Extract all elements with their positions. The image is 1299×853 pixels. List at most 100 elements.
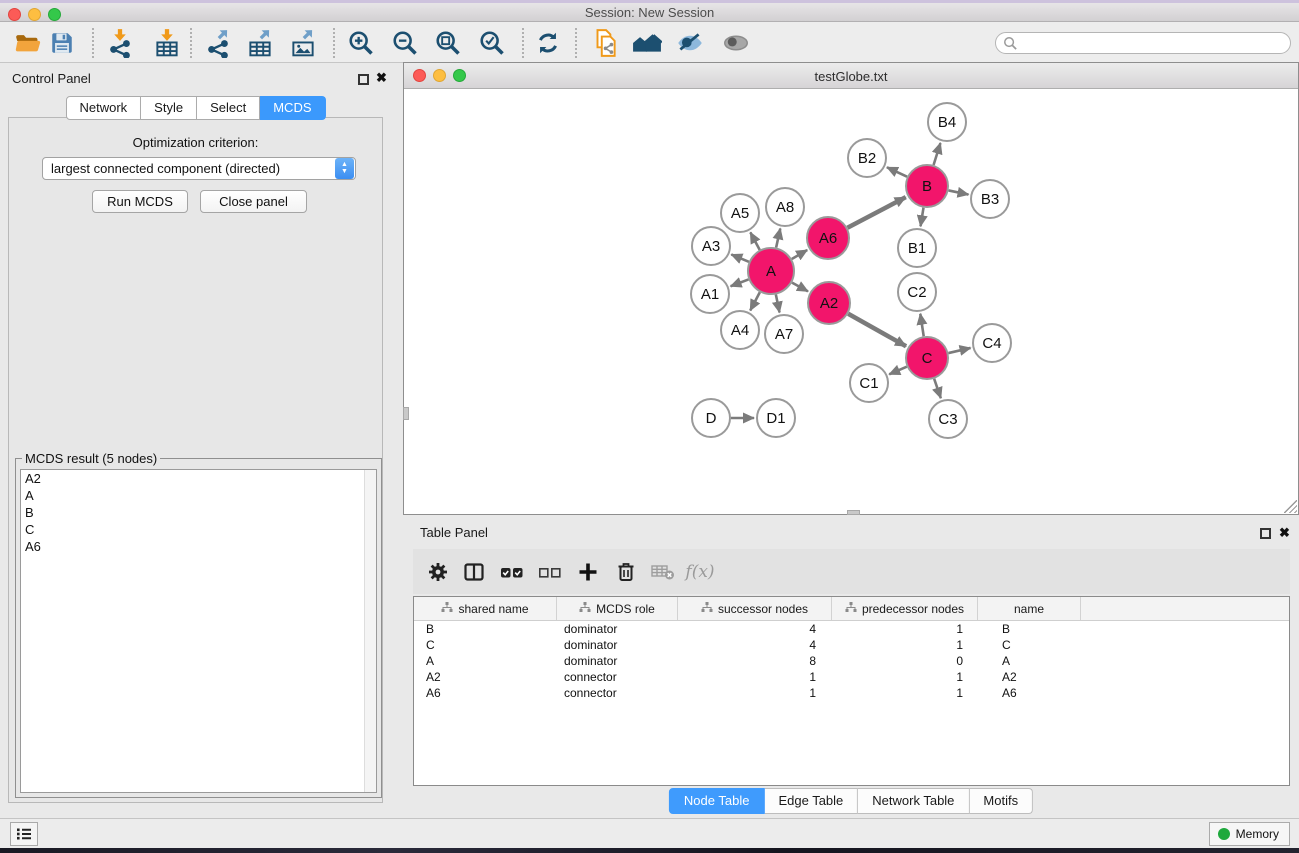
zoom-out-icon[interactable] [389,27,421,59]
memory-label: Memory [1236,827,1279,841]
mcds-result-item[interactable]: B [21,504,376,521]
main-toolbar [0,22,1299,63]
column-header-successor-nodes[interactable]: successor nodes [678,597,832,620]
graph-edge-A-A7[interactable] [776,295,780,313]
column-header-shared-name[interactable]: shared name [414,597,557,620]
tab-network-table[interactable]: Network Table [858,788,969,814]
tab-style[interactable]: Style [141,96,197,120]
table-settings-gear-icon[interactable] [423,557,453,587]
graph-node-label: A3 [702,238,720,255]
zoom-in-icon[interactable] [345,27,377,59]
open-file-icon[interactable] [12,27,44,59]
mcds-result-item[interactable]: C [21,521,376,538]
criterion-value: largest connected component (directed) [43,161,335,176]
select-all-checkbox-icon[interactable] [497,557,527,587]
refresh-icon[interactable] [532,27,564,59]
deselect-all-checkbox-icon[interactable] [535,557,565,587]
node-table[interactable]: shared nameMCDS rolesuccessor nodesprede… [413,596,1290,786]
criterion-dropdown[interactable]: largest connected component (directed) ▲… [42,157,356,180]
graph-node-label: B [922,178,932,195]
float-table-panel-icon[interactable] [1260,526,1271,544]
hierarchy-icon [579,602,591,616]
app-titlebar[interactable]: Session: New Session [0,3,1299,22]
delete-table-icon[interactable] [648,557,678,587]
table-row[interactable]: A6connector11A6 [414,685,1289,701]
canvas-scroll-nub-left[interactable] [403,407,409,420]
tab-mcds[interactable]: MCDS [260,96,325,120]
close-table-panel-icon[interactable]: ✖ [1279,527,1290,538]
window-resize-grip[interactable] [1284,500,1297,513]
graph-node-label: B4 [938,114,956,131]
network-window-titlebar[interactable]: testGlobe.txt [404,63,1298,89]
hierarchy-icon [441,602,453,616]
graph-edge-C-C2[interactable] [920,314,923,336]
run-mcds-button[interactable]: Run MCDS [92,190,188,213]
column-header-MCDS-role[interactable]: MCDS role [557,597,678,620]
memory-button[interactable]: Memory [1209,822,1290,846]
search-input[interactable] [1018,34,1290,52]
column-header-predecessor-nodes[interactable]: predecessor nodes [832,597,978,620]
duplicate-network-icon[interactable] [589,27,621,59]
task-history-button[interactable] [10,822,38,846]
graph-edge-B-B4[interactable] [934,143,941,165]
graph-edge-A-A4[interactable] [750,292,760,310]
table-row[interactable]: A2connector11A2 [414,669,1289,685]
mcds-list-scrollbar[interactable] [364,470,376,792]
export-network-icon[interactable] [202,27,234,59]
task-list-icon [15,826,33,842]
table-row[interactable]: Cdominator41C [414,637,1289,653]
graph-edge-A-A3[interactable] [731,254,749,261]
tab-motifs[interactable]: Motifs [969,788,1033,814]
mcds-result-item[interactable]: A6 [21,538,376,555]
graph-edge-B-B3[interactable] [949,190,969,194]
graph-edge-A-A8[interactable] [776,228,780,247]
graph-edge-A6-B[interactable] [847,197,905,228]
import-network-icon[interactable] [104,27,136,59]
table-panel-title: Table Panel [420,525,488,540]
export-table-icon[interactable] [244,27,276,59]
graph-edge-C-C1[interactable] [889,367,907,375]
graph-edge-A2-C[interactable] [848,314,906,346]
graph-edge-C-C4[interactable] [948,348,970,353]
mcds-result-list[interactable]: A2ABCA6 [20,469,377,793]
graph-edge-A-A5[interactable] [750,232,759,249]
control-panel: Control Panel ✖ NetworkStyleSelectMCDS O… [0,63,391,818]
mcds-result-item[interactable]: A [21,487,376,504]
column-header-name[interactable]: name [978,597,1081,620]
tab-network[interactable]: Network [65,96,141,120]
graph-edge-A-A6[interactable] [792,250,807,259]
tab-edge-table[interactable]: Edge Table [764,788,858,814]
function-builder-icon[interactable]: f(x) [685,557,715,587]
import-table-icon[interactable] [151,27,183,59]
graph-edge-A-A1[interactable] [731,279,749,286]
table-row[interactable]: Bdominator41B [414,621,1289,637]
tab-select[interactable]: Select [197,96,260,120]
export-image-icon[interactable] [287,27,319,59]
delete-column-icon[interactable] [611,557,641,587]
table-cell: A6 [414,686,557,700]
mcds-result-item[interactable]: A2 [21,470,376,487]
toolbar-separator [190,28,192,58]
network-canvas[interactable]: B4B2BB3A5A8A6A3B1AC2A1A2A4A7C4CC1C3DD1 [404,89,1298,514]
graph-edge-A-A2[interactable] [792,283,808,292]
network-overview-icon[interactable] [631,27,663,59]
show-eye-icon[interactable] [720,27,752,59]
float-panel-icon[interactable] [358,72,369,90]
dropdown-stepper-icon: ▲▼ [335,158,354,179]
zoom-fit-icon[interactable] [432,27,464,59]
hide-panel-eye-icon[interactable] [674,27,706,59]
zoom-selected-icon[interactable] [476,27,508,59]
graph-edge-B-B1[interactable] [921,208,924,227]
graph-edge-C-C3[interactable] [934,379,941,398]
graph-node-label: B1 [908,240,926,257]
save-session-icon[interactable] [46,27,78,59]
canvas-scroll-nub-bottom[interactable] [847,510,860,515]
close-panel-icon[interactable]: ✖ [376,72,387,83]
graph-edge-B-B2[interactable] [887,167,907,176]
toggle-column-view-icon[interactable] [459,557,489,587]
table-row[interactable]: Adominator80A [414,653,1289,669]
graph-node-label: C2 [907,284,926,301]
add-column-icon[interactable] [573,557,603,587]
close-panel-button[interactable]: Close panel [200,190,307,213]
tab-node-table[interactable]: Node Table [669,788,765,814]
